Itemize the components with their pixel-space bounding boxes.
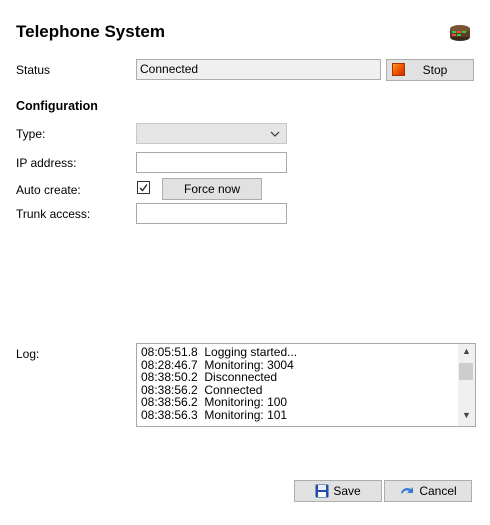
force-now-label: Force now: [183, 182, 241, 196]
configuration-heading: Configuration: [16, 99, 98, 113]
stop-button[interactable]: Stop: [386, 59, 474, 81]
page-title: Telephone System: [16, 22, 165, 41]
stop-icon: [392, 63, 405, 76]
status-value: Connected: [140, 62, 199, 76]
checkmark-icon: [139, 184, 148, 192]
ip-address-label: IP address:: [16, 156, 77, 170]
trunk-access-input[interactable]: [136, 203, 287, 224]
log-line: 08:38:56.3 Monitoring: 101: [141, 407, 288, 422]
force-now-button[interactable]: Force now: [162, 178, 262, 200]
log-box[interactable]: 08:05:51.8 Logging started... 08:28:46.7…: [136, 343, 476, 427]
type-label: Type:: [16, 127, 46, 141]
save-button[interactable]: Save: [294, 480, 382, 502]
scroll-up-icon[interactable]: ▲: [458, 346, 475, 360]
cancel-button[interactable]: Cancel: [384, 480, 472, 502]
log-scrollbar[interactable]: ▲ ▼: [458, 344, 475, 426]
type-select[interactable]: [136, 123, 287, 144]
auto-create-checkbox[interactable]: [137, 181, 150, 194]
status-field: Connected: [136, 59, 381, 80]
log-lines: 08:05:51.8 Logging started... 08:28:46.7…: [141, 346, 297, 421]
log-line: 08:38:50.2 Disconnected: [141, 370, 278, 384]
auto-create-label: Auto create:: [16, 183, 81, 197]
log-label: Log:: [16, 347, 40, 361]
scroll-down-icon[interactable]: ▼: [458, 410, 475, 424]
log-line: 08:05:51.8 Logging started...: [141, 345, 298, 359]
stop-button-label: Stop: [422, 63, 448, 77]
log-line: 08:38:56.2 Monitoring: 100: [141, 395, 288, 409]
cancel-button-label: Cancel: [419, 484, 457, 498]
status-label: Status: [16, 63, 51, 77]
save-button-label: Save: [333, 484, 361, 498]
undo-arrow-icon: [401, 487, 414, 494]
save-icon: [315, 484, 329, 498]
chevron-down-icon: [270, 128, 280, 142]
phone-system-icon: [448, 22, 472, 42]
trunk-access-label: Trunk access:: [16, 207, 91, 221]
ip-address-input[interactable]: [136, 152, 287, 173]
scroll-thumb[interactable]: [459, 363, 473, 380]
